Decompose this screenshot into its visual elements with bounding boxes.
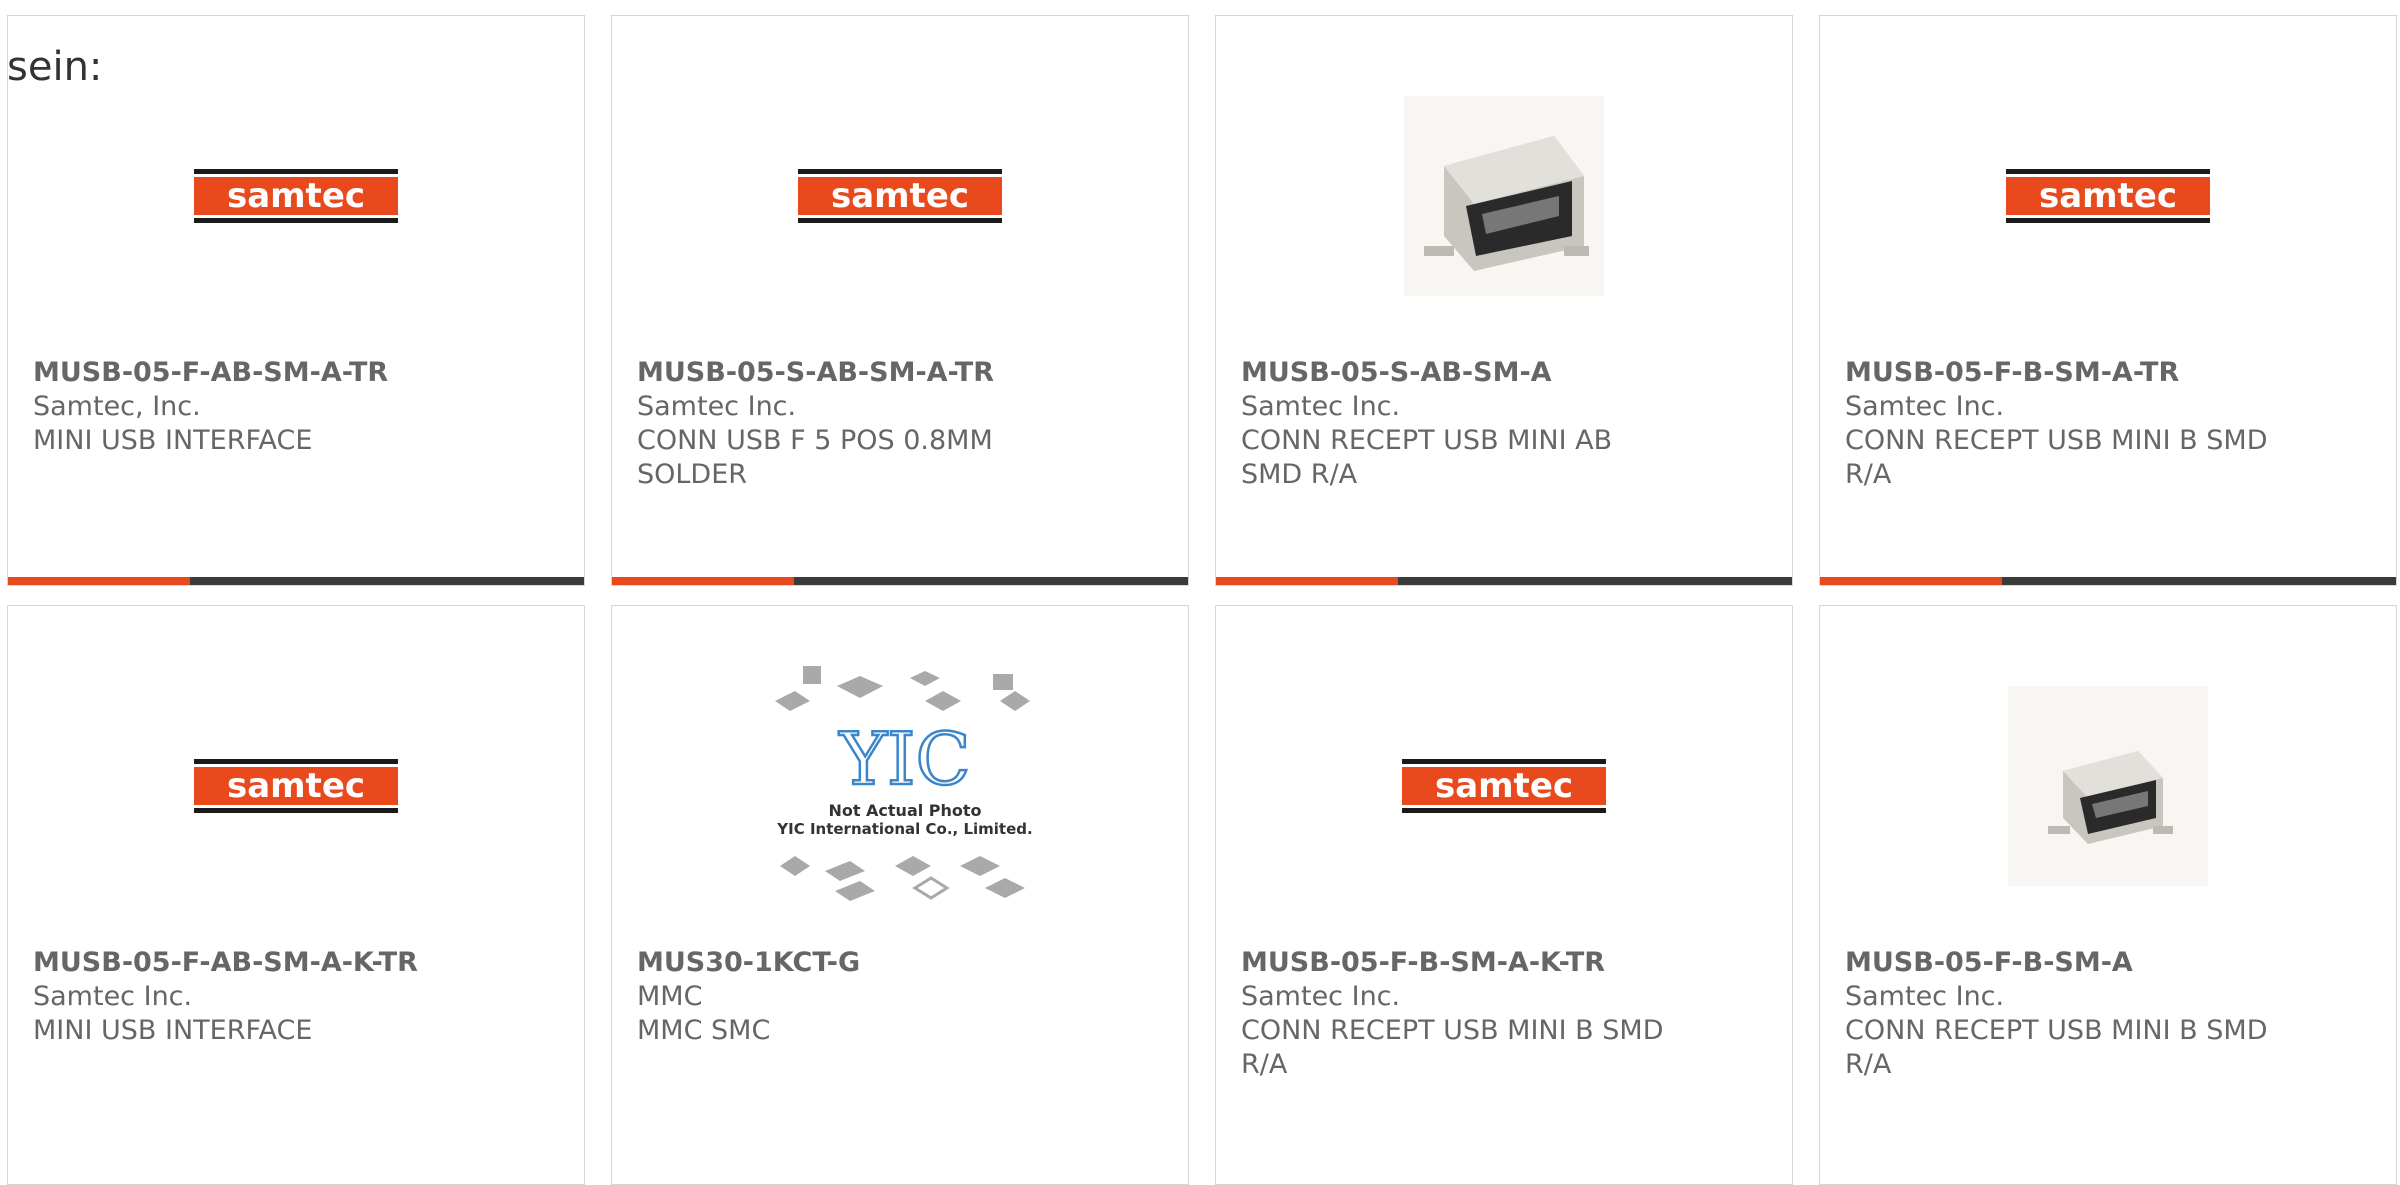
- description: CONN RECEPT USB MINI B SMD R/A: [1845, 1015, 2268, 1080]
- svg-text:YIC: YIC: [838, 717, 970, 801]
- product-image: YIC Not Actual Photo YIC International C…: [612, 656, 1188, 916]
- product-card[interactable]: samtec MUSB-05-F-B-SM-A-TR Samtec Inc. C…: [1819, 15, 2397, 586]
- part-number[interactable]: MUS30-1KCT-G: [637, 946, 1163, 980]
- card-bottom-bar: [612, 577, 1188, 585]
- usb-connector-photo: [2008, 686, 2208, 886]
- product-image: samtec: [1216, 656, 1792, 916]
- part-number[interactable]: MUSB-05-S-AB-SM-A: [1241, 356, 1767, 390]
- svg-text:samtec: samtec: [1435, 766, 1573, 806]
- manufacturer: Samtec Inc.: [1241, 981, 1401, 1012]
- yic-placeholder-image: YIC Not Actual Photo YIC International C…: [775, 666, 1033, 901]
- product-image: samtec: [8, 66, 584, 326]
- manufacturer: Samtec Inc.: [1241, 391, 1401, 422]
- manufacturer: Samtec Inc.: [637, 391, 797, 422]
- svg-text:samtec: samtec: [227, 766, 365, 806]
- svg-text:samtec: samtec: [2039, 176, 2177, 216]
- svg-text:samtec: samtec: [227, 176, 365, 216]
- samtec-logo: samtec: [2006, 169, 2210, 223]
- description: CONN RECEPT USB MINI B SMD R/A: [1241, 1015, 1664, 1080]
- part-number[interactable]: MUSB-05-F-B-SM-A-TR: [1845, 356, 2371, 390]
- description: MMC SMC: [637, 1015, 771, 1046]
- svg-text:YIC International Co., Limited: YIC International Co., Limited.: [776, 820, 1032, 838]
- description: MINI USB INTERFACE: [33, 1015, 313, 1046]
- samtec-logo: samtec: [1402, 759, 1606, 813]
- samtec-logo: samtec: [798, 169, 1002, 223]
- part-number[interactable]: MUSB-05-F-AB-SM-A-K-TR: [33, 946, 559, 980]
- manufacturer: Samtec, Inc.: [33, 391, 201, 422]
- manufacturer: Samtec Inc.: [1845, 391, 2005, 422]
- card-bottom-bar: [1820, 577, 2396, 585]
- product-card[interactable]: samtec MUSB-05-F-AB-SM-A-K-TR Samtec Inc…: [7, 605, 585, 1185]
- description: CONN USB F 5 POS 0.8MM SOLDER: [637, 425, 993, 490]
- card-bottom-bar: [8, 577, 584, 585]
- product-image: samtec: [1820, 66, 2396, 326]
- product-image: [1820, 656, 2396, 916]
- manufacturer: Samtec Inc.: [33, 981, 193, 1012]
- svg-text:samtec: samtec: [831, 176, 969, 216]
- usb-connector-photo: [1404, 96, 1604, 296]
- product-card[interactable]: YIC Not Actual Photo YIC International C…: [611, 605, 1189, 1185]
- product-image: samtec: [612, 66, 1188, 326]
- description: CONN RECEPT USB MINI AB SMD R/A: [1241, 425, 1613, 490]
- samtec-logo: samtec: [194, 169, 398, 223]
- lead-text: sein:: [7, 44, 103, 90]
- part-number[interactable]: MUSB-05-S-AB-SM-A-TR: [637, 356, 1163, 390]
- description: CONN RECEPT USB MINI B SMD R/A: [1845, 425, 2268, 490]
- card-bottom-bar: [1216, 577, 1792, 585]
- manufacturer: Samtec Inc.: [1845, 981, 2005, 1012]
- product-card[interactable]: samtec MUSB-05-S-AB-SM-A-TR Samtec Inc. …: [611, 15, 1189, 586]
- product-card[interactable]: MUSB-05-S-AB-SM-A Samtec Inc. CONN RECEP…: [1215, 15, 1793, 586]
- part-number[interactable]: MUSB-05-F-B-SM-A: [1845, 946, 2371, 980]
- product-card[interactable]: samtec MUSB-05-F-B-SM-A-K-TR Samtec Inc.…: [1215, 605, 1793, 1185]
- product-card[interactable]: MUSB-05-F-B-SM-A Samtec Inc. CONN RECEPT…: [1819, 605, 2397, 1185]
- product-card[interactable]: samtec MUSB-05-F-AB-SM-A-TR Samtec, Inc.…: [7, 15, 585, 586]
- part-number[interactable]: MUSB-05-F-AB-SM-A-TR: [33, 356, 559, 390]
- part-number[interactable]: MUSB-05-F-B-SM-A-K-TR: [1241, 946, 1767, 980]
- samtec-logo: samtec: [194, 759, 398, 813]
- product-image: samtec: [8, 656, 584, 916]
- manufacturer: MMC: [637, 981, 703, 1012]
- svg-text:Not Actual Photo: Not Actual Photo: [828, 801, 981, 820]
- description: MINI USB INTERFACE: [33, 425, 313, 456]
- product-image: [1216, 66, 1792, 326]
